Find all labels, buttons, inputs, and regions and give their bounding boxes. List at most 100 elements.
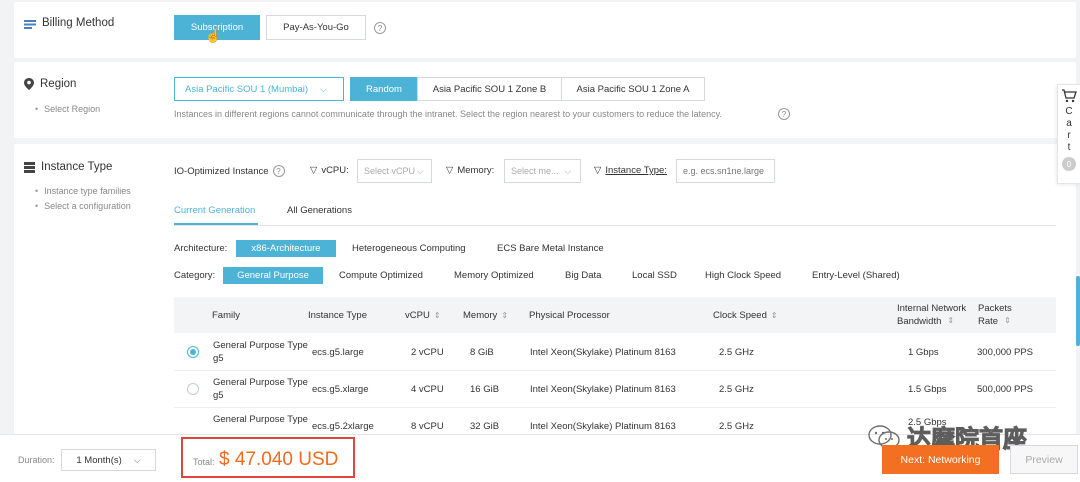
side-scroll-indicator[interactable] bbox=[1076, 276, 1080, 346]
zone-a-button[interactable]: Asia Pacific SOU 1 Zone A bbox=[561, 77, 705, 101]
region-select[interactable]: Asia Pacific SOU 1 (Mumbai) ⌵ bbox=[174, 77, 344, 101]
duration-value: 1 Month(s) bbox=[76, 454, 122, 466]
th-packets-text-2: Rate bbox=[978, 316, 999, 327]
tab-current-generation[interactable]: Current Generation bbox=[174, 205, 255, 216]
row-divider bbox=[174, 407, 1056, 408]
th-clock-text: Clock Speed bbox=[713, 310, 767, 321]
sort-icon: ⇕ bbox=[1004, 316, 1011, 325]
sort-icon: ⇕ bbox=[501, 311, 509, 320]
memory-select[interactable]: Select me... ⌵ bbox=[504, 159, 581, 183]
zone-random-button[interactable]: Random bbox=[350, 77, 418, 101]
tabs-divider bbox=[174, 225, 1056, 226]
vcpu-filter-label: ▽ vCPU: bbox=[310, 165, 349, 176]
preview-button[interactable]: Preview bbox=[1010, 445, 1078, 474]
th-packets-line-2: Rate ⇕ bbox=[978, 316, 1011, 327]
cell-family-line: g5 bbox=[213, 353, 224, 364]
region-title: Region bbox=[24, 78, 76, 90]
th-vcpu[interactable]: vCPU ⇕ bbox=[405, 310, 441, 321]
cell-packets: 500,000 PPS bbox=[977, 384, 1033, 395]
cat-high-clock-speed[interactable]: High Clock Speed bbox=[705, 267, 781, 284]
cat-local-ssd[interactable]: Local SSD bbox=[632, 267, 677, 284]
pay-as-you-go-button[interactable]: Pay-As-You-Go bbox=[266, 15, 366, 40]
memory-filter-text: Memory: bbox=[457, 165, 495, 176]
type-filter-label: ▽ Instance Type: bbox=[594, 165, 667, 176]
region-note: Instances in different regions cannot co… bbox=[174, 109, 722, 119]
instance-sub-item: Select a configuration bbox=[35, 199, 131, 214]
th-vcpu-text: vCPU bbox=[405, 310, 430, 321]
cell-vcpu: 8 vCPU bbox=[411, 421, 444, 432]
sort-icon: ⇕ bbox=[433, 311, 441, 320]
cat-general-purpose[interactable]: General Purpose bbox=[223, 267, 323, 284]
cell-family-line: General Purpose Type bbox=[213, 340, 308, 351]
row-radio[interactable] bbox=[187, 346, 199, 358]
cart-count-badge: 0 bbox=[1062, 157, 1076, 171]
chevron-down-icon: ⌵ bbox=[564, 165, 572, 176]
total-label: Total: bbox=[193, 457, 215, 467]
row-divider bbox=[174, 370, 1056, 371]
chevron-down-icon: ⌵ bbox=[417, 165, 424, 176]
cell-family-line: General Purpose Type bbox=[213, 414, 308, 425]
io-optimized-label: IO-Optimized Instance ? bbox=[174, 165, 285, 177]
instance-title: Instance Type bbox=[24, 161, 112, 173]
cell-clock: 2.5 GHz bbox=[719, 421, 754, 432]
architecture-label: Architecture: bbox=[174, 243, 228, 254]
sort-icon: ⇕ bbox=[770, 311, 778, 320]
arch-x86[interactable]: x86-Architecture bbox=[236, 240, 336, 257]
cell-vcpu: 2 vCPU bbox=[411, 347, 444, 358]
cursor-hand-icon: ☝ bbox=[205, 28, 222, 43]
cell-family-line: General Purpose Type bbox=[213, 377, 308, 388]
zone-b-button[interactable]: Asia Pacific SOU 1 Zone B bbox=[417, 77, 562, 101]
cell-family: General Purpose Type g5 bbox=[213, 339, 308, 365]
cell-family: General Purpose Type bbox=[213, 413, 308, 426]
duration-select[interactable]: 1 Month(s) ⌵ bbox=[61, 449, 156, 471]
total-price: $ 47.040 USD bbox=[219, 449, 339, 470]
billing-title-text: Billing Method bbox=[42, 17, 115, 29]
th-family: Family bbox=[212, 310, 240, 321]
cell-family-line: g5 bbox=[213, 390, 224, 401]
cart-panel[interactable]: C a r t 0 bbox=[1057, 84, 1080, 184]
filter-icon: ▽ bbox=[446, 165, 454, 176]
cart-letter: C bbox=[1065, 106, 1073, 117]
region-help-icon[interactable]: ? bbox=[778, 108, 790, 120]
cell-memory: 16 GiB bbox=[470, 384, 500, 395]
billing-help-icon[interactable]: ? bbox=[374, 22, 386, 34]
arch-bare-metal[interactable]: ECS Bare Metal Instance bbox=[497, 240, 604, 257]
next-networking-button[interactable]: Next: Networking bbox=[882, 445, 999, 474]
cat-compute-optimized[interactable]: Compute Optimized bbox=[339, 267, 423, 284]
duration-label: Duration: bbox=[18, 455, 55, 465]
region-select-value: Asia Pacific SOU 1 (Mumbai) bbox=[185, 83, 309, 95]
cart-letter: r bbox=[1067, 130, 1071, 141]
cell-clock: 2.5 GHz bbox=[719, 384, 754, 395]
th-packets-text-1: Packets bbox=[978, 303, 1012, 314]
arch-heterogeneous[interactable]: Heterogeneous Computing bbox=[352, 240, 466, 257]
th-bandwidth[interactable]: Internal Network Bandwidth ⇕ bbox=[897, 303, 966, 327]
filter-icon: ▽ bbox=[310, 165, 318, 176]
memory-placeholder: Select me... bbox=[511, 166, 559, 176]
server-icon bbox=[24, 161, 35, 173]
th-processor: Physical Processor bbox=[529, 310, 610, 321]
io-optimized-text: IO-Optimized Instance bbox=[174, 165, 269, 177]
cat-entry-level[interactable]: Entry-Level (Shared) bbox=[812, 267, 900, 284]
instance-type-input[interactable] bbox=[676, 159, 775, 183]
cat-memory-optimized[interactable]: Memory Optimized bbox=[454, 267, 534, 284]
th-bandwidth-line-2: Bandwidth ⇕ bbox=[897, 316, 954, 327]
sort-icon: ⇕ bbox=[947, 316, 955, 325]
cell-memory: 8 GiB bbox=[470, 347, 494, 358]
row-radio[interactable] bbox=[187, 383, 199, 395]
th-bandwidth-text-2: Bandwidth bbox=[897, 316, 942, 327]
io-help-icon[interactable]: ? bbox=[272, 165, 285, 177]
vcpu-select[interactable]: Select vCPU ⌵ bbox=[357, 159, 432, 183]
cat-big-data[interactable]: Big Data bbox=[565, 267, 601, 284]
th-memory-text: Memory bbox=[463, 310, 498, 321]
cell-type: ecs.g5.large bbox=[312, 347, 364, 358]
th-bandwidth-text-1: Internal Network bbox=[897, 303, 967, 314]
cell-type: ecs.g5.2xlarge bbox=[312, 421, 374, 432]
th-clock-speed[interactable]: Clock Speed ⇕ bbox=[713, 310, 778, 321]
tab-all-generations[interactable]: All Generations bbox=[287, 205, 352, 216]
th-memory[interactable]: Memory ⇕ bbox=[463, 310, 508, 321]
cell-processor: Intel Xeon(Skylake) Platinum 8163 bbox=[530, 421, 676, 432]
th-packets[interactable]: Packets Rate ⇕ bbox=[978, 303, 1012, 327]
cell-memory: 32 GiB bbox=[470, 421, 500, 432]
vcpu-filter-text: vCPU: bbox=[321, 165, 349, 176]
vcpu-placeholder: Select vCPU bbox=[364, 166, 416, 176]
